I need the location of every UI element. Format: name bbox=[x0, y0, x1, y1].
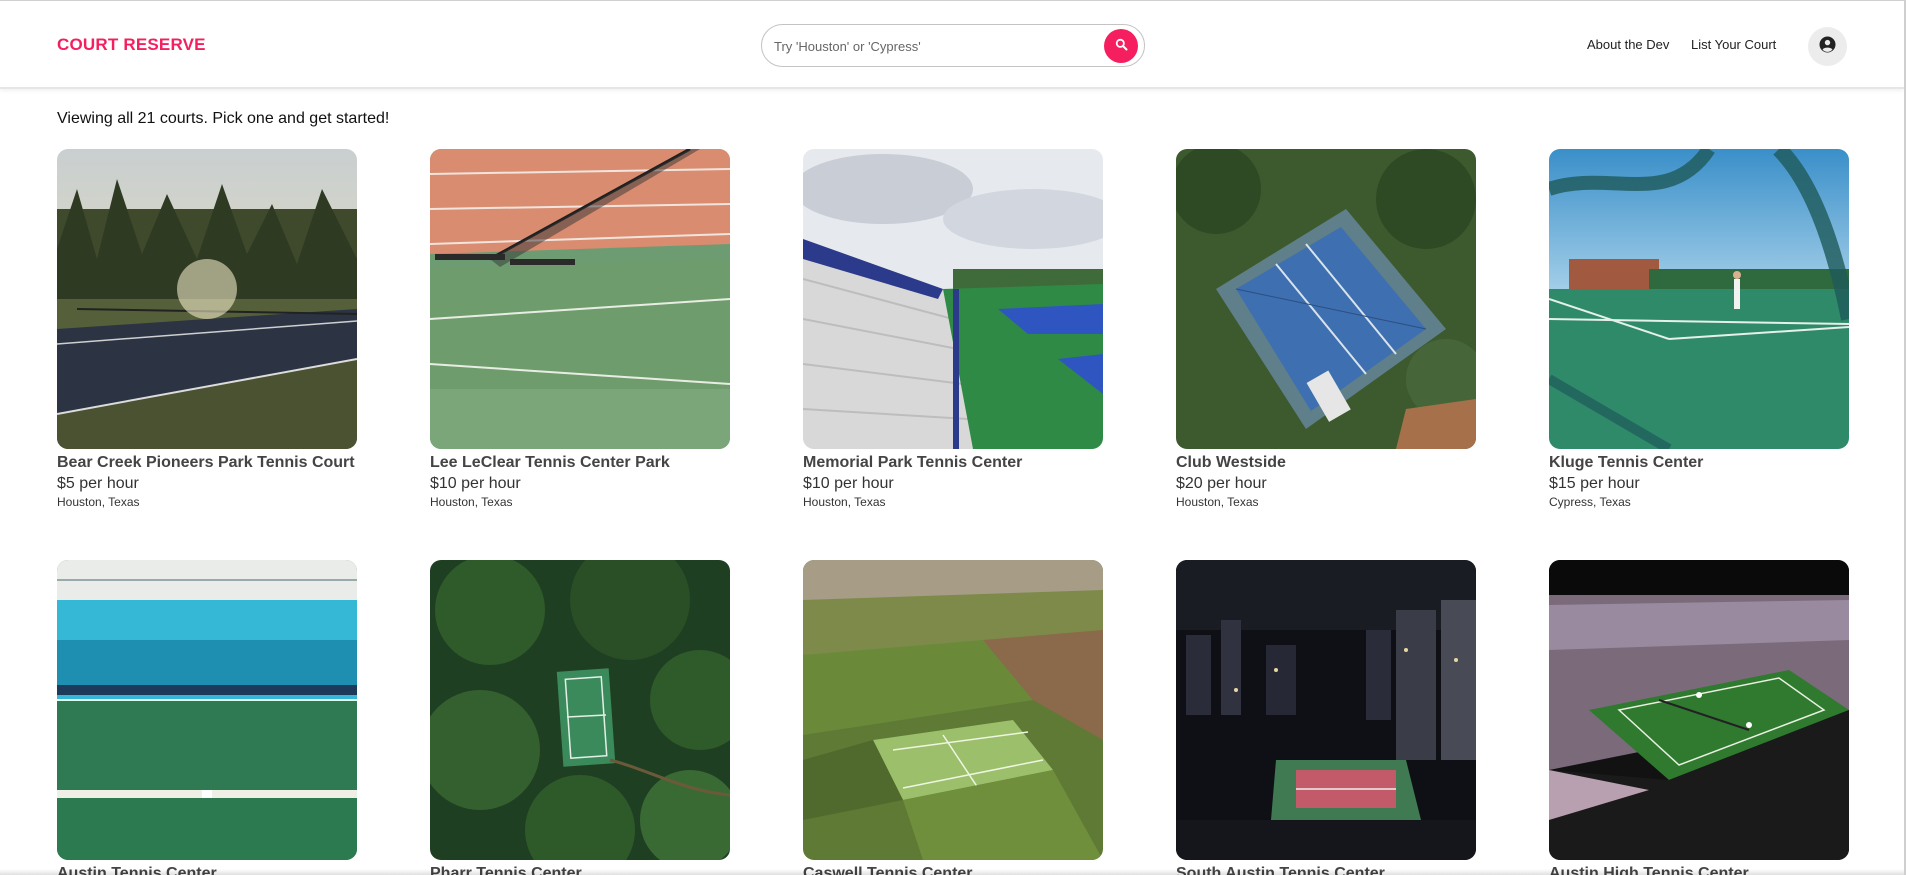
results-summary: Viewing all 21 courts. Pick one and get … bbox=[57, 110, 390, 127]
court-card[interactable]: Kluge Tennis Center $15 per hour Cypress… bbox=[1549, 149, 1849, 509]
court-card[interactable]: Austin Tennis Center bbox=[57, 560, 357, 875]
court-card[interactable]: Caswell Tennis Center bbox=[803, 560, 1103, 875]
court-price: $5 per hour bbox=[57, 475, 139, 492]
court-location: Houston, Texas bbox=[430, 495, 513, 509]
court-price: $10 per hour bbox=[430, 475, 521, 492]
court-name[interactable]: Bear Creek Pioneers Park Tennis Court bbox=[57, 454, 357, 472]
court-name[interactable]: Memorial Park Tennis Center bbox=[803, 454, 1103, 472]
search-icon bbox=[1115, 38, 1128, 54]
brand-logo[interactable]: COURT RESERVE bbox=[57, 35, 206, 55]
court-photo[interactable] bbox=[57, 149, 357, 449]
court-grid: Bear Creek Pioneers Park Tennis Court $5… bbox=[57, 149, 1857, 875]
court-photo[interactable] bbox=[803, 560, 1103, 860]
about-dev-link[interactable]: About the Dev bbox=[1587, 37, 1669, 52]
court-card[interactable]: Bear Creek Pioneers Park Tennis Court $5… bbox=[57, 149, 357, 509]
court-location: Houston, Texas bbox=[57, 495, 140, 509]
search-bar bbox=[761, 24, 1145, 67]
search-input[interactable] bbox=[774, 34, 1094, 58]
court-photo[interactable] bbox=[430, 560, 730, 860]
court-card[interactable]: Austin High Tennis Center bbox=[1549, 560, 1849, 875]
user-circle-icon bbox=[1819, 36, 1836, 58]
court-name[interactable]: Kluge Tennis Center bbox=[1549, 454, 1849, 472]
page: COURT RESERVE About the Dev List Your Co… bbox=[0, 0, 1906, 875]
court-price: $20 per hour bbox=[1176, 475, 1267, 492]
court-name[interactable]: Club Westside bbox=[1176, 454, 1476, 472]
court-price: $10 per hour bbox=[803, 475, 894, 492]
court-location: Houston, Texas bbox=[803, 495, 886, 509]
list-your-court-link[interactable]: List Your Court bbox=[1691, 37, 1776, 52]
court-photo[interactable] bbox=[1549, 560, 1849, 860]
court-photo[interactable] bbox=[1549, 149, 1849, 449]
court-card[interactable]: Memorial Park Tennis Center $10 per hour… bbox=[803, 149, 1103, 509]
court-location: Houston, Texas bbox=[1176, 495, 1259, 509]
court-price: $15 per hour bbox=[1549, 475, 1640, 492]
court-photo[interactable] bbox=[803, 149, 1103, 449]
court-photo[interactable] bbox=[1176, 149, 1476, 449]
court-location: Cypress, Texas bbox=[1549, 495, 1631, 509]
court-card[interactable]: Pharr Tennis Center bbox=[430, 560, 730, 875]
scroll-shadow bbox=[0, 869, 1904, 875]
court-photo[interactable] bbox=[430, 149, 730, 449]
court-card[interactable]: Lee LeClear Tennis Center Park $10 per h… bbox=[430, 149, 730, 509]
court-card[interactable]: South Austin Tennis Center bbox=[1176, 560, 1476, 875]
user-menu-button[interactable] bbox=[1808, 27, 1847, 66]
top-navbar: COURT RESERVE About the Dev List Your Co… bbox=[0, 1, 1904, 89]
court-card[interactable]: Club Westside $20 per hour Houston, Texa… bbox=[1176, 149, 1476, 509]
court-name[interactable]: Lee LeClear Tennis Center Park bbox=[430, 454, 730, 472]
court-photo[interactable] bbox=[57, 560, 357, 860]
search-button[interactable] bbox=[1104, 29, 1138, 63]
court-photo[interactable] bbox=[1176, 560, 1476, 860]
